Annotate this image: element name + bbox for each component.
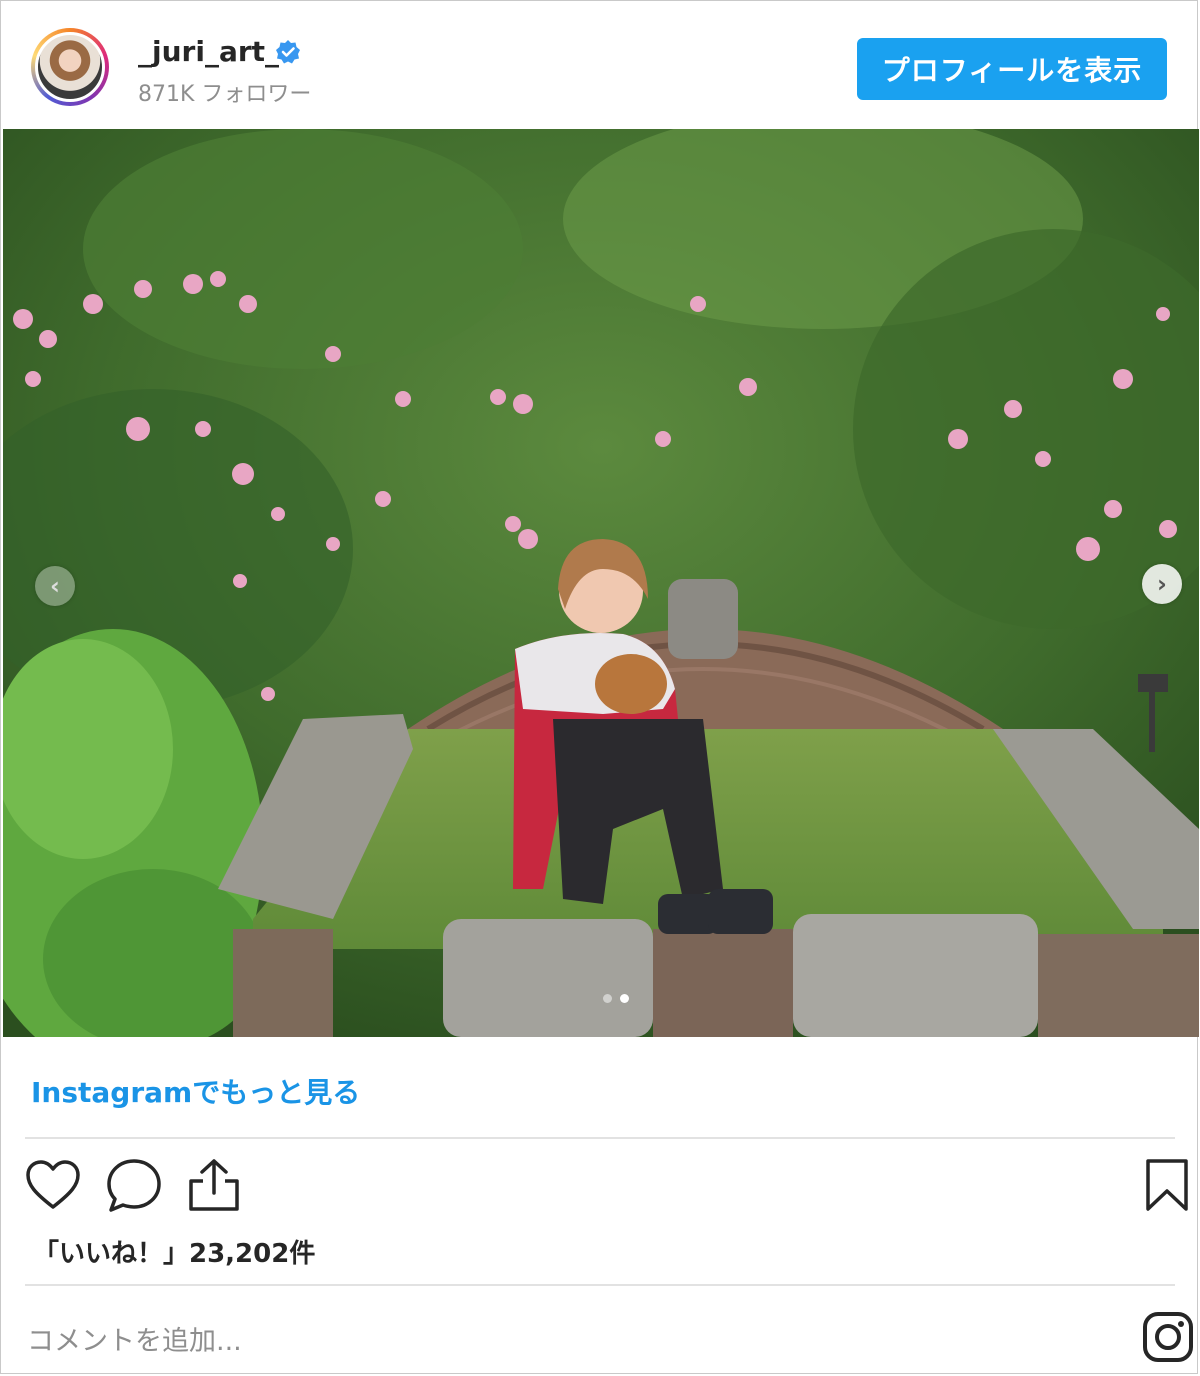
comment-input[interactable]: コメントを追加... <box>27 1319 242 1358</box>
carousel-dot-active <box>620 994 629 1003</box>
username[interactable]: _juri_art_ <box>138 35 279 68</box>
divider <box>25 1137 1175 1139</box>
post-header: _juri_art_ 871K フォロワー プロフィールを表示 <box>1 1 1197 129</box>
carousel-dot <box>603 994 612 1003</box>
garden-photo-illustration <box>3 129 1199 1037</box>
carousel-prev-button[interactable]: ‹ <box>35 566 75 606</box>
more-on-instagram-link[interactable]: Instagramでもっと見る <box>31 1071 360 1111</box>
bookmark-icon[interactable] <box>1144 1157 1190 1213</box>
share-upload-icon[interactable] <box>187 1157 241 1213</box>
like-count[interactable]: 「いいね！」23,202件 <box>33 1233 315 1270</box>
avatar-ring[interactable] <box>31 28 109 106</box>
follower-count: 871K フォロワー <box>138 82 312 107</box>
instagram-embed-card: _juri_art_ 871K フォロワー プロフィールを表示 ‹ › Inst… <box>0 0 1199 1374</box>
comment-bubble-icon[interactable] <box>105 1157 163 1213</box>
heart-icon[interactable] <box>25 1159 81 1211</box>
post-photo[interactable]: ‹ › <box>3 129 1199 1037</box>
carousel-indicator <box>603 994 629 1003</box>
instagram-logo-icon[interactable] <box>1142 1311 1194 1363</box>
divider <box>25 1284 1175 1286</box>
verified-badge-icon <box>276 40 300 64</box>
avatar[interactable] <box>35 32 105 102</box>
carousel-next-button[interactable]: › <box>1142 564 1182 604</box>
view-profile-button[interactable]: プロフィールを表示 <box>857 38 1167 100</box>
